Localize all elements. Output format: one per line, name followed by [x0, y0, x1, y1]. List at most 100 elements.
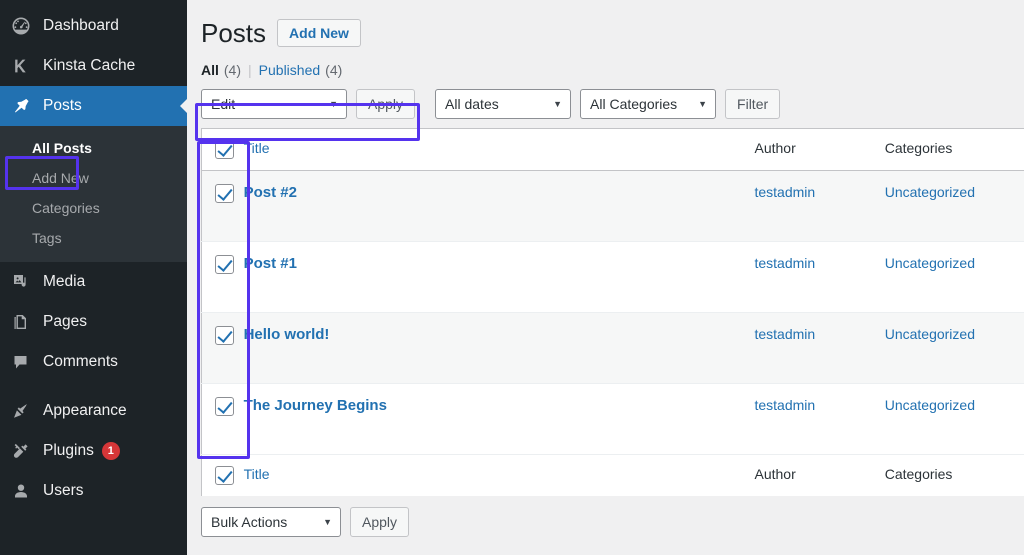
sidebar-item-appearance[interactable]: Appearance	[0, 391, 187, 431]
sidebar-item-label: Comments	[39, 353, 118, 371]
row-title-cell: Post #1	[244, 242, 755, 313]
add-new-button[interactable]: Add New	[277, 19, 361, 47]
post-title-link[interactable]: Hello world!	[244, 326, 330, 343]
row-categories-cell: Uncategorized	[885, 171, 1024, 242]
submenu-item-categories[interactable]: Categories	[0, 193, 187, 223]
submenu-item-label: Categories	[32, 200, 100, 216]
row-title-cell: The Journey Begins	[244, 384, 755, 455]
filter-by-category-selector[interactable]: All Categories	[580, 89, 716, 119]
submenu-item-label: Add New	[32, 170, 89, 186]
user-icon	[11, 481, 39, 501]
sidebar-item-label: Dashboard	[39, 17, 119, 35]
row-checkbox[interactable]	[215, 326, 234, 345]
submenu-item-all-posts[interactable]: All Posts	[0, 133, 187, 163]
sidebar-item-comments[interactable]: Comments	[0, 342, 187, 382]
column-header-categories: Categories	[885, 129, 1024, 171]
column-footer-title: Title	[244, 455, 755, 497]
row-checkbox[interactable]	[215, 255, 234, 274]
post-author-link[interactable]: testadmin	[754, 397, 815, 413]
column-footer-categories: Categories	[885, 455, 1024, 497]
wordpress-admin-screen: Dashboard Kinsta Cache Posts	[0, 0, 1024, 555]
sidebar-item-media[interactable]: Media	[0, 262, 187, 302]
page-header: Posts Add New	[201, 14, 1024, 52]
row-checkbox-cell	[202, 384, 244, 455]
post-author-link[interactable]: testadmin	[754, 255, 815, 271]
status-divider: |	[241, 62, 259, 78]
select-all-header-cell	[202, 129, 244, 171]
column-header-title: Title	[244, 129, 755, 171]
status-link-all[interactable]: All	[201, 62, 219, 78]
posts-table-body: Post #2 testadmin Uncategorized	[202, 171, 1024, 455]
bulk-apply-button-top[interactable]: Apply	[356, 89, 415, 119]
sidebar-separator	[0, 382, 187, 391]
bulk-action-select-wrapper: Edit ▼	[201, 89, 347, 119]
row-checkbox-cell	[202, 313, 244, 384]
filter-by-date-selector[interactable]: All dates	[435, 89, 571, 119]
post-category-link[interactable]: Uncategorized	[885, 184, 975, 200]
posts-page-wrap: Posts Add New All (4) | Published (4) Ed…	[187, 0, 1024, 537]
posts-table: Title Author Categories Post #2	[201, 128, 1024, 496]
table-row: Hello world! testadmin Uncategorized	[202, 313, 1024, 384]
sidebar-item-users[interactable]: Users	[0, 471, 187, 511]
column-header-title-link[interactable]: Title	[244, 140, 270, 156]
main-content: Posts Add New All (4) | Published (4) Ed…	[187, 0, 1024, 555]
sidebar-bottom-group: Media Pages Comments	[0, 262, 187, 511]
filter-submit-button[interactable]: Filter	[725, 89, 780, 119]
sidebar-item-posts[interactable]: Posts	[0, 86, 187, 126]
submenu-item-add-new[interactable]: Add New	[0, 163, 187, 193]
post-author-link[interactable]: testadmin	[754, 184, 815, 200]
post-category-link[interactable]: Uncategorized	[885, 326, 975, 342]
brush-icon	[11, 401, 39, 421]
bulk-apply-button-bottom[interactable]: Apply	[350, 507, 409, 537]
row-categories-cell: Uncategorized	[885, 384, 1024, 455]
sidebar-item-kinsta-cache[interactable]: Kinsta Cache	[0, 46, 187, 86]
plug-icon	[11, 441, 39, 461]
page-title: Posts	[201, 17, 266, 49]
post-title-link[interactable]: Post #1	[244, 255, 297, 272]
select-all-footer-cell	[202, 455, 244, 497]
tablenav-top: Edit ▼ Apply All dates ▼ All Categories …	[201, 88, 1024, 120]
kinsta-k-icon	[11, 56, 39, 76]
column-footer-title-link[interactable]: Title	[244, 466, 270, 482]
post-title-link[interactable]: The Journey Begins	[244, 397, 387, 414]
media-icon	[11, 272, 39, 292]
row-checkbox[interactable]	[215, 184, 234, 203]
table-footer-row: Title Author Categories	[202, 455, 1024, 497]
bulk-action-selector-bottom[interactable]: Bulk Actions	[201, 507, 341, 537]
tablenav-bottom: Bulk Actions ▼ Apply	[201, 507, 1024, 537]
row-author-cell: testadmin	[754, 313, 884, 384]
column-footer-author: Author	[754, 455, 884, 497]
sidebar-item-plugins[interactable]: Plugins 1	[0, 431, 187, 471]
pages-icon	[11, 312, 39, 332]
select-all-checkbox-bottom[interactable]	[215, 466, 234, 485]
table-row: The Journey Begins testadmin Uncategoriz…	[202, 384, 1024, 455]
status-link-published[interactable]: Published	[259, 62, 321, 78]
row-author-cell: testadmin	[754, 171, 884, 242]
row-author-cell: testadmin	[754, 384, 884, 455]
posts-table-head: Title Author Categories	[202, 129, 1024, 171]
sidebar-top-group: Dashboard Kinsta Cache	[0, 0, 187, 86]
post-title-link[interactable]: Post #2	[244, 184, 297, 201]
post-category-link[interactable]: Uncategorized	[885, 255, 975, 271]
table-row: Post #1 testadmin Uncategorized	[202, 242, 1024, 313]
sidebar-item-label: Users	[39, 482, 83, 500]
column-header-author: Author	[754, 129, 884, 171]
post-author-link[interactable]: testadmin	[754, 326, 815, 342]
posts-table-foot: Title Author Categories	[202, 455, 1024, 497]
row-checkbox[interactable]	[215, 397, 234, 416]
table-row: Post #2 testadmin Uncategorized	[202, 171, 1024, 242]
sidebar-item-dashboard[interactable]: Dashboard	[0, 6, 187, 46]
bulk-action-selector-top[interactable]: Edit	[201, 89, 347, 119]
select-all-checkbox-top[interactable]	[215, 140, 234, 159]
submenu-item-label: All Posts	[32, 140, 92, 156]
status-count-published: (4)	[325, 62, 342, 78]
dashboard-icon	[11, 16, 39, 36]
row-checkbox-cell	[202, 171, 244, 242]
row-title-cell: Hello world!	[244, 313, 755, 384]
comments-icon	[11, 352, 39, 372]
row-categories-cell: Uncategorized	[885, 242, 1024, 313]
sidebar-item-label: Appearance	[39, 402, 127, 420]
submenu-item-tags[interactable]: Tags	[0, 223, 187, 253]
sidebar-item-pages[interactable]: Pages	[0, 302, 187, 342]
post-category-link[interactable]: Uncategorized	[885, 397, 975, 413]
